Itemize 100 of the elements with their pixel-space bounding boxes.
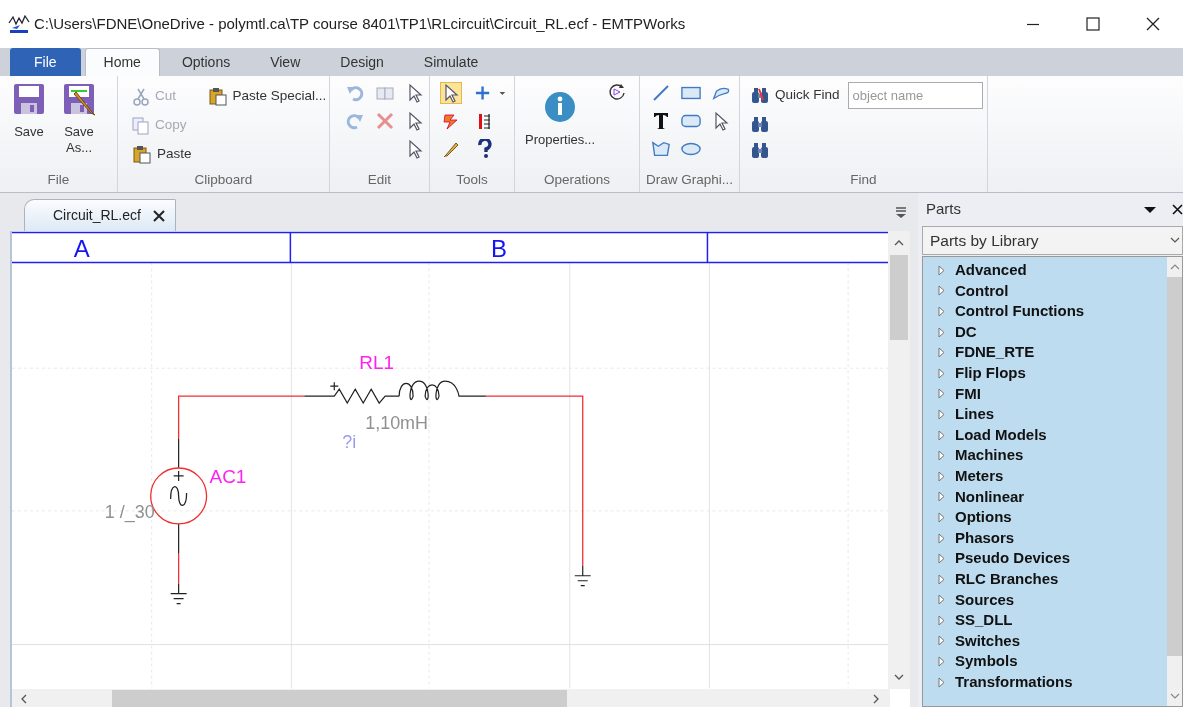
column-label: B — [490, 235, 507, 263]
scrollbar-thumb[interactable] — [112, 690, 567, 707]
scroll-left-icon[interactable] — [20, 693, 28, 704]
quick-find-button[interactable]: Quick Find — [750, 83, 840, 108]
probe-label: ?i — [342, 432, 357, 453]
select-tool-button[interactable] — [440, 82, 462, 104]
rounded-rectangle-icon[interactable] — [681, 113, 701, 129]
window-title: C:\Users\FDNE\OneDrive - polymtl.ca\TP course 8401\TP1\RLcircuit\Circuit_RL.ecf - EMTPWorks — [34, 13, 686, 34]
binoculars-icon[interactable] — [750, 141, 770, 161]
expand-icon — [937, 326, 947, 338]
expand-icon — [937, 388, 947, 400]
close-icon[interactable] — [152, 209, 165, 222]
line-icon[interactable] — [652, 84, 670, 102]
rl-branch-drawing[interactable] — [303, 380, 487, 405]
close-icon[interactable] — [1172, 204, 1183, 215]
vertical-scrollbar[interactable] — [1167, 257, 1182, 706]
paste-special-button[interactable]: Paste Special... — [207, 82, 327, 111]
app-icon — [8, 14, 30, 34]
library-item[interactable]: Symbols — [923, 651, 1024, 672]
expand-icon — [937, 408, 947, 420]
lightning-icon[interactable] — [442, 112, 460, 130]
expand-icon — [937, 470, 947, 482]
library-item[interactable]: RLC Branches — [923, 568, 1065, 590]
text-tool-icon[interactable] — [652, 111, 670, 131]
expand-icon — [937, 429, 947, 441]
expand-icon — [937, 614, 947, 626]
copy-icon — [132, 116, 150, 135]
tab-list-icon[interactable] — [894, 204, 908, 219]
scrollbar-thumb[interactable] — [1167, 277, 1182, 656]
ribbon-tab[interactable]: Options — [163, 48, 249, 76]
library-item[interactable]: Flip Flops — [923, 362, 1032, 384]
group-label: Edit — [366, 171, 393, 189]
ground-icon — [574, 565, 592, 587]
save-button[interactable]: Save — [6, 82, 52, 156]
library-item[interactable]: Advanced — [923, 260, 1033, 281]
file-menu-button[interactable]: File — [10, 48, 81, 76]
scroll-up-icon[interactable] — [1169, 263, 1180, 271]
library-item[interactable]: Control — [923, 280, 1015, 302]
tab-label: Circuit_RL.ecf — [53, 206, 141, 225]
expand-icon — [937, 347, 947, 359]
library-item[interactable]: Phasors — [923, 527, 1021, 549]
binoculars-icon[interactable] — [750, 115, 770, 135]
pencil-icon[interactable] — [442, 140, 460, 158]
ribbon-tab[interactable]: Home — [84, 48, 160, 76]
document-tab[interactable]: Circuit_RL.ecf — [24, 199, 176, 231]
library-item[interactable]: Load Models — [923, 424, 1053, 446]
quick-find-field[interactable]: object name — [847, 82, 983, 109]
chevron-down-icon — [1170, 237, 1180, 244]
library-item[interactable]: Nonlinear — [923, 486, 1031, 508]
library-item[interactable]: Sources — [923, 589, 1021, 611]
library-view-dropdown[interactable]: Parts by Library — [922, 226, 1183, 255]
wire[interactable] — [178, 395, 305, 440]
delete-icon[interactable] — [376, 112, 394, 130]
component-name: AC1 — [209, 465, 247, 487]
library-item[interactable]: SS_DLL — [923, 610, 1019, 631]
ribbon-tab[interactable]: View — [252, 48, 319, 76]
component-name: RL1 — [359, 352, 394, 374]
properties-button[interactable]: Properties... — [521, 90, 600, 148]
expand-icon — [937, 573, 947, 585]
library-item[interactable]: Control Functions — [923, 301, 1091, 322]
panel-menu-icon[interactable] — [1144, 205, 1156, 214]
clipboard-icon — [207, 86, 228, 107]
paste-button[interactable]: Paste — [132, 140, 192, 169]
library-item[interactable]: FMI — [923, 383, 987, 405]
scroll-right-icon[interactable] — [872, 693, 880, 704]
library-item[interactable]: Machines — [923, 445, 1030, 466]
group-label: Clipboard — [193, 171, 254, 189]
ellipse-icon[interactable] — [681, 141, 701, 157]
expand-icon — [937, 532, 947, 544]
horizontal-scrollbar[interactable] — [12, 689, 890, 707]
scroll-up-icon[interactable] — [894, 239, 904, 247]
library-item[interactable]: Meters — [923, 465, 1010, 487]
vertical-scrollbar[interactable] — [888, 231, 910, 689]
library-item[interactable]: Switches — [923, 630, 1027, 652]
scrollbar-thumb[interactable] — [890, 255, 908, 340]
expand-icon — [937, 553, 947, 565]
library-item[interactable]: Pseudo Devices — [923, 548, 1077, 569]
ribbon-tab[interactable]: Design — [322, 48, 402, 76]
group-label: Operations — [542, 171, 611, 189]
library-item[interactable]: Transformations — [923, 671, 1079, 693]
polygon-icon[interactable] — [651, 140, 671, 158]
library-item[interactable]: DC — [923, 321, 983, 343]
expand-icon — [937, 264, 947, 276]
scroll-down-icon[interactable] — [1169, 692, 1180, 700]
refresh-icon[interactable] — [607, 82, 628, 102]
expand-icon — [937, 285, 947, 297]
help-icon[interactable] — [476, 139, 494, 159]
rectangle-icon[interactable] — [681, 85, 701, 101]
freeform-icon[interactable] — [711, 85, 731, 101]
info-icon — [543, 90, 578, 124]
library-item[interactable]: FDNE_RTE — [923, 342, 1041, 363]
ribbon-tab[interactable]: Simulate — [405, 48, 497, 76]
library-item[interactable]: Options — [923, 507, 1018, 528]
expand-icon — [937, 511, 947, 523]
save-as-button[interactable]: Save As... — [56, 82, 102, 156]
group-label: File — [46, 171, 71, 189]
library-item[interactable]: Lines — [923, 404, 1001, 425]
maximize-icon — [1086, 17, 1100, 31]
scroll-down-icon[interactable] — [894, 673, 904, 681]
expand-icon — [937, 450, 947, 462]
